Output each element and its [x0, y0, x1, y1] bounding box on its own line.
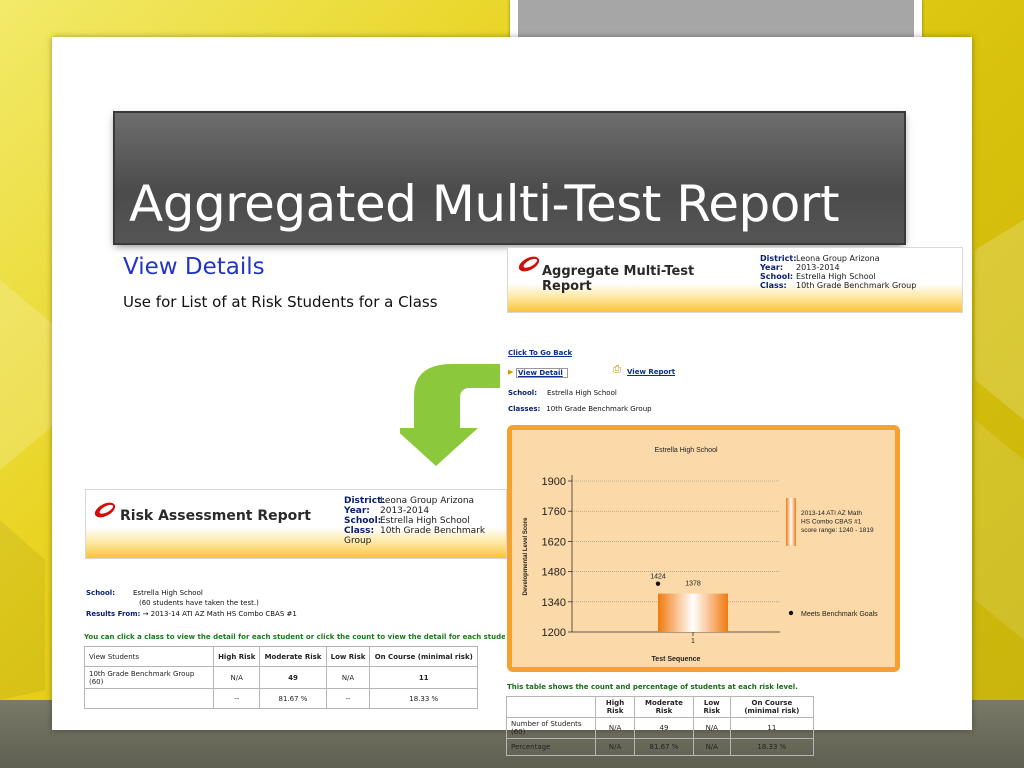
bar-score-range [658, 593, 728, 632]
risk-report-title: Risk Assessment Report [120, 508, 311, 524]
risk-report-meta: District:Leona Group Arizona Year: 2013-2… [344, 496, 486, 546]
risk-results-row: Results From: → 2013-14 ATI AZ Math HS C… [86, 610, 297, 618]
view-detail-arrow-icon: ▶ [508, 368, 514, 376]
table-header-row: View Students High Risk Moderate Risk Lo… [84, 646, 478, 667]
y-tick-label: 1200 [542, 627, 566, 639]
table-header-row: High Risk Moderate Risk Low Risk On Cour… [506, 696, 815, 718]
risk-assessment-table: View Students High Risk Moderate Risk Lo… [84, 646, 478, 709]
aggregate-report-header: Aggregate Multi-Test Report District:Leo… [507, 247, 963, 313]
aggregate-report-meta: District:Leona Group Arizona Year: 2013-2… [760, 254, 917, 290]
y-tick-label: 1760 [542, 506, 566, 518]
x-tick-label: 1 [691, 638, 695, 645]
x-axis-label: Test Sequence [652, 656, 701, 663]
table-row: 10th Grade Benchmark Group (60) N/A 49 N… [84, 666, 478, 689]
legend-label-score-range: 2013-14 ATI AZ Math HS Combo CBAS #1 score… [801, 510, 874, 534]
y-tick-label: 1340 [542, 597, 566, 609]
aggregate-risk-table: High Risk Moderate Risk Low Risk On Cour… [506, 696, 815, 756]
y-tick-label: 1480 [542, 567, 566, 579]
legend-swatch-score-range [786, 498, 796, 546]
slide-title: Aggregated Multi-Test Report [129, 175, 840, 233]
moderate-count-link[interactable]: 49 [259, 666, 327, 689]
description-text: Use for List of at Risk Students for a C… [123, 293, 438, 311]
printer-icon: ⎙ [613, 364, 621, 375]
company-logo-icon [516, 253, 542, 275]
aggregate-school-row: School: Estrella High School [508, 389, 617, 397]
view-report-link[interactable]: View Report [627, 368, 675, 376]
company-logo-icon [92, 499, 118, 521]
risk-report-header: Risk Assessment Report District:Leona Gr… [85, 489, 507, 559]
title-band: Aggregated Multi-Test Report [115, 113, 904, 243]
legend-label-benchmark: Meets Benchmark Goals [801, 611, 878, 618]
table-row: Number of Students (60) N/A 49 N/A 11 [506, 717, 815, 739]
aggregate-table-note: This table shows the count and percentag… [507, 683, 798, 691]
data-label: 1378 [685, 581, 701, 588]
legend-marker-benchmark [788, 610, 794, 616]
developmental-score-chart: Estrella High School 1200 1340 1480 1620 1760… [523, 447, 878, 663]
risk-click-note: You can click a class to view the detail… [84, 633, 505, 641]
benchmark-point [655, 581, 661, 586]
chart-title: Estrella High School [654, 447, 717, 454]
green-arrow-icon [400, 364, 500, 466]
class-link[interactable]: 10th Grade Benchmark Group (60) [84, 666, 214, 689]
table-row: -- 81.67 % -- 18.33 % [84, 688, 478, 709]
table-row: Percentage N/A 81.67 % N/A 18.33 % [506, 738, 815, 756]
data-label: 1424 [650, 574, 666, 581]
on-course-count-link[interactable]: 11 [369, 666, 478, 689]
aggregate-report-title-line1: Aggregate Multi-Test [542, 264, 695, 279]
risk-school-row: School: Estrella High School (60 students… [86, 589, 259, 607]
view-detail-link[interactable]: View Detail [516, 368, 568, 378]
y-tick-label: 1900 [542, 476, 566, 488]
view-details-heading: View Details [123, 254, 265, 280]
aggregate-report-title-line2: Report [542, 279, 592, 294]
y-axis-label: Developmental Level Score [523, 517, 529, 596]
aggregate-classes-row: Classes: 10th Grade Benchmark Group [508, 405, 652, 413]
back-link[interactable]: Click To Go Back [508, 349, 572, 357]
y-tick-label: 1620 [542, 536, 566, 548]
